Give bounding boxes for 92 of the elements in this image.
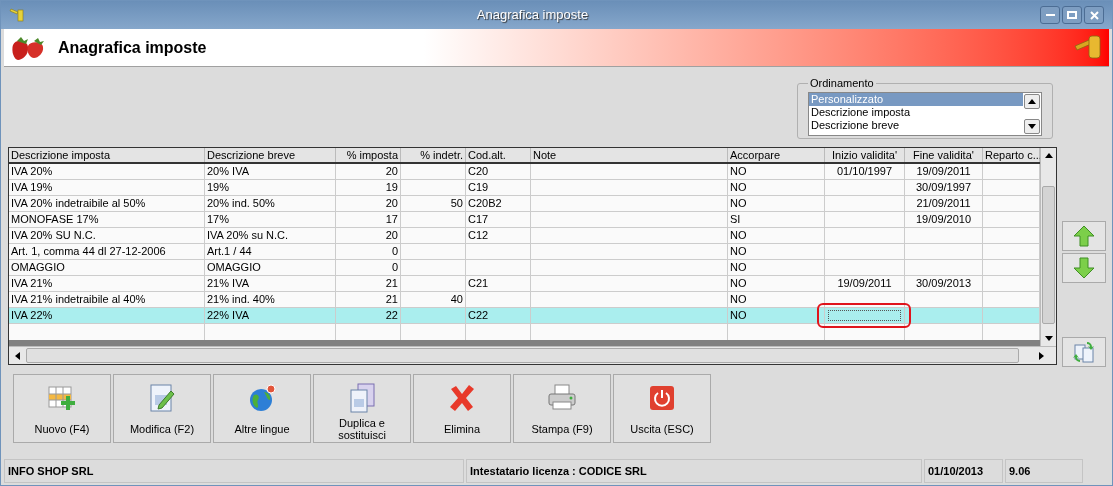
ordering-list[interactable]: Personalizzato Descrizione imposta Descrizione breve [808,91,1042,136]
table-row[interactable]: IVA 21% 21% IVA 21 C21 NO 19/09/2011 30/09/2013 [9,276,1040,292]
table-cell-text: IVA 20% indetraibile al 50% [10,196,147,211]
toolbar-button[interactable]: Modifica (F2) [113,374,211,443]
table-cell-text: NO [729,180,748,195]
company-name: INFO SHOP SRL [8,463,94,479]
table-cell-text: 22% IVA [206,308,250,323]
table-row[interactable]: IVA 20% indetraibile al 50% 20% ind. 50% 20 50 C20B2 NO 21/09/2011 [9,196,1040,212]
table-cell-text: NO [729,276,748,291]
table-cell-text: 21/09/2011 [915,196,972,211]
column-header[interactable]: Accorpare [728,148,825,162]
table-cell-text: Art. 1, comma 44 dl 27-12-2006 [10,244,167,259]
table-cell-text: 19/09/2011 [915,164,972,179]
table-cell-text: 30/09/2013 [914,276,973,291]
toolbar-button[interactable]: Uscita (ESC) [613,374,711,443]
table-cell-text: 0 [390,244,399,259]
version-number: 9.06 [1009,463,1031,479]
table-row[interactable]: IVA 21% indetraibile al 40% 21% ind. 40% 21 40 NO [9,292,1040,308]
table-row[interactable]: MONOFASE 17% 17% 17 C17 SI 19/09/2010 [9,212,1040,228]
table-cell-text: 20% IVA [206,164,250,179]
table-cell-text: OMAGGIO [206,260,262,275]
table-cell-text: NO [729,292,748,307]
column-header[interactable]: Inizio validita' [825,148,905,162]
table-cell-text: 17 [384,212,399,227]
column-header[interactable]: Note [531,148,728,162]
ordering-item[interactable]: Descrizione imposta [809,105,1023,119]
table-cell-text: NO [729,196,748,211]
table-cell-text: 17% [206,212,231,227]
column-header[interactable]: % imposta [336,148,401,162]
table-cell-text: 21% ind. 40% [206,292,276,307]
table-cell-text: IVA 20% SU N.C. [10,228,97,243]
ordering-item[interactable]: Descrizione breve [809,118,1023,132]
table-cell-text: NO [729,164,748,179]
table-cell-text: 19% [206,180,231,195]
table-cell-text: C20 [467,164,490,179]
table-cell-text: IVA 20% su N.C. [206,228,290,243]
table-cell-text: 19/09/2011 [836,276,893,291]
table-cell-text: 20 [384,164,399,179]
table-row[interactable]: IVA 20% 20% IVA 20 C20 NO 01/10/1997 19/09/2011 [9,164,1040,180]
table-cell-text: NO [729,308,748,323]
table-cell-text: NO [729,260,748,275]
table-row[interactable]: IVA 22% 22% IVA 22 C22 NO [9,308,1040,324]
table-cell-text: 22 [384,308,399,323]
table-cell-text: 0 [390,260,399,275]
table-cell-text: 20 [384,196,399,211]
table-cell-text: 01/10/1997 [835,164,894,179]
toolbar-button[interactable]: Nuovo (F4) [13,374,111,443]
column-header[interactable]: Cod.alt. [466,148,531,162]
table-row[interactable]: IVA 19% 19% 19 C19 NO 30/09/1997 [9,180,1040,196]
table-cell-text: 40 [449,292,464,307]
column-header[interactable]: Descrizione imposta [9,148,205,162]
table-cell-text: C17 [467,212,490,227]
ordering-label: Ordinamento [809,76,875,91]
table-cell-text: C20B2 [467,196,503,211]
license-holder: Intestatario licenza : CODICE SRL [470,463,647,479]
column-header[interactable]: % indetr. [401,148,466,162]
table-cell-text: IVA 22% [10,308,54,323]
table-cell-text: 21 [384,276,399,291]
table-row[interactable]: IVA 20% SU N.C. IVA 20% su N.C. 20 C12 NO [9,228,1040,244]
toolbar-button[interactable]: Duplica e sostituisci [313,374,411,443]
table-cell-text: C21 [467,276,490,291]
table-cell-text: OMAGGIO [10,260,66,275]
header-title: Anagrafica imposte [58,37,208,58]
table-cell-text: Art.1 / 44 [206,244,253,259]
column-header[interactable]: Fine validita' [905,148,983,162]
table-cell-text: 21% IVA [206,276,250,291]
status-date: 01/10/2013 [928,463,984,479]
window-title: Anagrafica imposte [475,6,590,25]
table-cell-text: NO [729,244,748,259]
toolbar-button[interactable]: Stampa (F9) [513,374,611,443]
table-cell-text: IVA 19% [10,180,54,195]
toolbar-button[interactable]: Elimina [413,374,511,443]
table-cell-text: 20 [384,228,399,243]
table-cell-text: IVA 21% [10,276,54,291]
table-cell-text: C19 [467,180,490,195]
table-cell-text: IVA 20% [10,164,54,179]
table-row[interactable]: OMAGGIO OMAGGIO 0 NO [9,260,1040,276]
table-cell-text: 19 [384,180,399,195]
table-cell-text: 19/09/2010 [914,212,973,227]
table-cell-text: IVA 21% indetraibile al 40% [10,292,147,307]
column-header[interactable]: Descrizione breve [205,148,336,162]
table-cell-text: MONOFASE 17% [10,212,100,227]
table-cell-text: NO [729,228,748,243]
table-row[interactable]: Art. 1, comma 44 dl 27-12-2006 Art.1 / 44 0 NO [9,244,1040,260]
table-cell-text: 20% ind. 50% [206,196,276,211]
table-cell-text: 21 [384,292,399,307]
table-cell-text: C22 [467,308,490,323]
table-cell-text: 50 [449,196,464,211]
toolbar-button[interactable]: Altre lingue [213,374,311,443]
table-cell-text: 30/09/1997 [914,180,973,195]
table-cell-text: SI [729,212,742,227]
table-cell-text: C12 [467,228,490,243]
